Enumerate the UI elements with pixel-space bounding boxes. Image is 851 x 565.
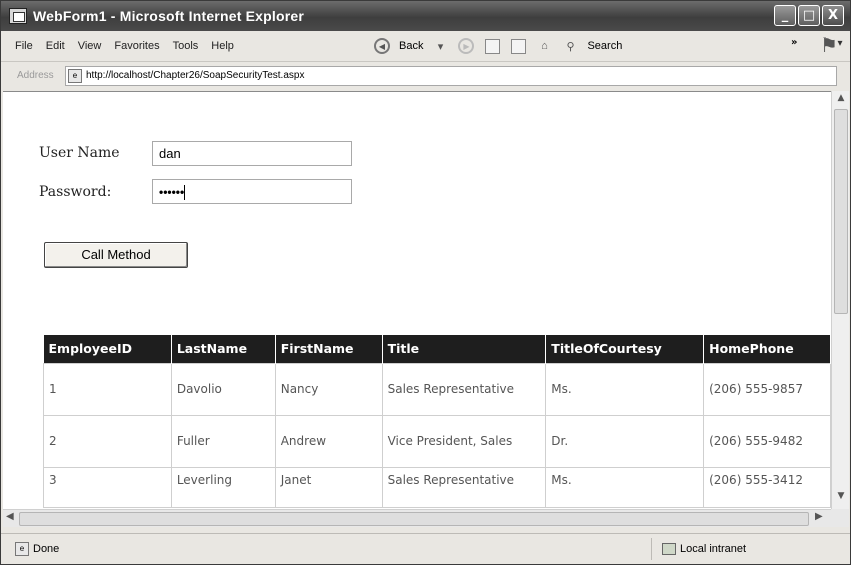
scroll-down-icon[interactable]: ▼ [835, 491, 847, 505]
scroll-right-icon[interactable]: ▶ [815, 511, 823, 522]
close-button[interactable]: X [822, 5, 844, 26]
menu-view[interactable]: View [78, 40, 102, 52]
cell-firstname: Janet [274, 466, 383, 508]
menu-file[interactable]: File [15, 40, 33, 52]
status-text: Done [33, 543, 60, 555]
forward-button[interactable]: ▶ [457, 37, 475, 55]
home-button[interactable]: ⌂ [535, 37, 553, 55]
address-input[interactable]: e http://localhost/Chapter26/SoapSecurit… [65, 65, 837, 86]
search-button[interactable]: Search [587, 40, 622, 52]
intranet-zone-icon [662, 543, 676, 555]
vertical-scroll-thumb[interactable] [834, 109, 848, 314]
password-input[interactable]: •••••• [152, 179, 352, 204]
page-icon: e [68, 68, 82, 83]
stop-icon [484, 38, 500, 54]
vertical-scrollbar[interactable]: ▲ ▼ [831, 91, 849, 509]
column-header-homephone: HomePhone [703, 335, 831, 363]
cell-titleofcourtesy: Ms. [545, 466, 705, 508]
column-header-titleofcourtesy: TitleOfCourtesy [545, 335, 705, 363]
browser-window: WebForm1 - Microsoft Internet Explorer _… [0, 0, 851, 565]
window-title: WebForm1 - Microsoft Internet Explorer [33, 8, 305, 24]
status-bar: e Done Local intranet [1, 533, 850, 564]
security-zone: Local intranet [651, 538, 841, 560]
table-header-row: EmployeeID LastName FirstName Title Titl… [43, 335, 831, 363]
title-bar: WebForm1 - Microsoft Internet Explorer _… [1, 1, 850, 31]
username-label: User Name [39, 145, 120, 161]
cell-lastname: Davolio [170, 362, 276, 416]
back-arrow-icon: ◀ [374, 38, 390, 54]
cell-lastname: Leverling [170, 466, 276, 508]
address-dropdown-icon[interactable]: ▾ [833, 35, 847, 53]
back-dropdown-icon[interactable]: ▾ [431, 37, 449, 55]
cell-title: Vice President, Sales [381, 414, 547, 468]
cell-titleofcourtesy: Ms. [545, 362, 705, 416]
stop-button[interactable] [483, 37, 501, 55]
refresh-button[interactable] [509, 37, 527, 55]
back-button[interactable]: ◀ [373, 37, 391, 55]
maximize-button[interactable]: □ [798, 5, 820, 26]
forward-arrow-icon: ▶ [458, 38, 475, 54]
minimize-button[interactable]: _ [774, 5, 796, 26]
ie-app-icon [9, 8, 27, 24]
cell-homephone: (206) 555-3412 [703, 466, 831, 508]
cell-title: Sales Representative [381, 362, 547, 416]
cell-titleofcourtesy: Dr. [545, 414, 705, 468]
text-caret [184, 185, 186, 201]
address-label: Address [17, 70, 54, 81]
cell-employeeid: 3 [43, 466, 172, 508]
table-row: 1 Davolio Nancy Sales Representative Ms.… [43, 362, 831, 416]
search-icon[interactable]: ⚲ [561, 37, 579, 55]
call-method-button[interactable]: Call Method [44, 242, 188, 268]
column-header-title: Title [382, 335, 547, 363]
cell-lastname: Fuller [170, 414, 276, 468]
refresh-icon [510, 38, 526, 54]
zone-label: Local intranet [680, 543, 747, 555]
username-input[interactable]: dan [152, 141, 352, 166]
scroll-corner [831, 509, 849, 527]
menu-tools[interactable]: Tools [173, 40, 199, 52]
cell-employeeid: 1 [43, 362, 172, 416]
column-header-employeeid: EmployeeID [43, 335, 172, 363]
cell-homephone: (206) 555-9857 [703, 362, 831, 416]
standard-toolbar: ◀ Back ▾ ▶ ⌂ ⚲ Search [373, 35, 622, 57]
status-page-icon: e [15, 542, 29, 556]
horizontal-scroll-thumb[interactable] [19, 512, 809, 526]
cell-title: Sales Representative [381, 466, 547, 508]
cell-employeeid: 2 [43, 414, 172, 468]
scroll-left-icon[interactable]: ◀ [6, 511, 14, 522]
cell-firstname: Andrew [274, 414, 383, 468]
menu-edit[interactable]: Edit [46, 40, 65, 52]
password-value: •••••• [159, 185, 185, 199]
table-row: 2 Fuller Andrew Vice President, Sales Dr… [43, 414, 831, 468]
employees-table: EmployeeID LastName FirstName Title Titl… [43, 335, 831, 508]
cell-homephone: (206) 555-9482 [703, 414, 831, 468]
address-bar: Address e http://localhost/Chapter26/Soa… [1, 61, 850, 89]
toolbar-more-chevron[interactable]: » [791, 37, 797, 48]
menu-favorites[interactable]: Favorites [114, 40, 159, 52]
table-row: 3 Leverling Janet Sales Representative M… [43, 466, 831, 508]
password-label: Password: [39, 184, 112, 200]
menu-help[interactable]: Help [211, 40, 234, 52]
column-header-firstname: FirstName [275, 335, 383, 363]
horizontal-scrollbar[interactable]: ◀ ▶ [3, 509, 831, 527]
column-header-lastname: LastName [171, 335, 276, 363]
back-label[interactable]: Back [399, 40, 423, 52]
cell-firstname: Nancy [274, 362, 383, 416]
page-content: User Name dan Password: •••••• Call Meth… [3, 91, 831, 509]
address-url: http://localhost/Chapter26/SoapSecurityT… [86, 70, 305, 81]
menu-and-toolbar: File Edit View Favorites Tools Help ◀ Ba… [1, 31, 850, 91]
scroll-up-icon[interactable]: ▲ [835, 93, 847, 107]
